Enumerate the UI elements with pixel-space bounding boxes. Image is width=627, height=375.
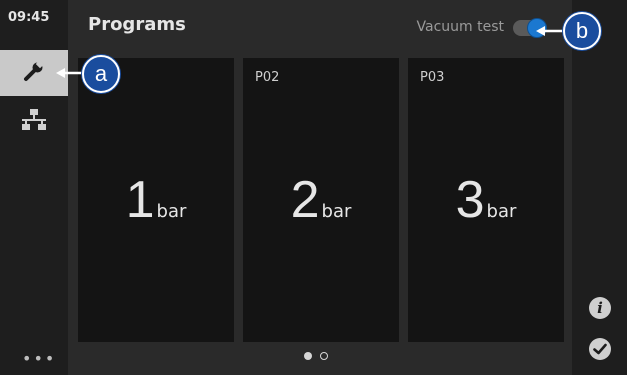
info-icon[interactable]: i bbox=[589, 297, 611, 319]
program-label: P03 bbox=[420, 70, 445, 85]
more-menu-button[interactable]: ••• bbox=[22, 349, 56, 368]
pressure-value: 3 bbox=[455, 171, 485, 229]
program-card-1[interactable]: 1 bar bbox=[78, 58, 234, 342]
callout-b: b bbox=[563, 12, 601, 50]
program-label: P02 bbox=[255, 70, 280, 85]
program-pressure: 3 bar bbox=[408, 170, 564, 230]
page-dot-active[interactable] bbox=[304, 352, 312, 360]
network-icon bbox=[21, 108, 47, 134]
sidebar-item-network[interactable] bbox=[0, 98, 68, 144]
program-pressure: 2 bar bbox=[243, 170, 399, 230]
page-indicator bbox=[304, 352, 328, 360]
program-card-2[interactable]: P02 2 bar bbox=[243, 58, 399, 342]
header-bar: Programs Vacuum test bbox=[68, 0, 572, 52]
pressure-unit: bar bbox=[486, 201, 517, 222]
page-title: Programs bbox=[88, 14, 186, 35]
callout-a: a bbox=[82, 55, 120, 93]
clock: 09:45 bbox=[8, 10, 50, 25]
program-card-3[interactable]: P03 3 bar bbox=[408, 58, 564, 342]
pressure-unit: bar bbox=[156, 201, 187, 222]
vacuum-test-label: Vacuum test bbox=[416, 19, 505, 35]
program-pressure: 1 bar bbox=[78, 170, 234, 230]
page-dot-inactive[interactable] bbox=[320, 352, 328, 360]
sidebar: 09:45 ••• bbox=[0, 0, 68, 375]
pressure-value: 1 bbox=[125, 171, 155, 229]
pressure-value: 2 bbox=[290, 171, 320, 229]
callout-b-arrow bbox=[536, 26, 566, 36]
wrench-icon bbox=[22, 59, 46, 87]
confirm-check-icon[interactable] bbox=[589, 338, 611, 360]
pressure-unit: bar bbox=[321, 201, 352, 222]
